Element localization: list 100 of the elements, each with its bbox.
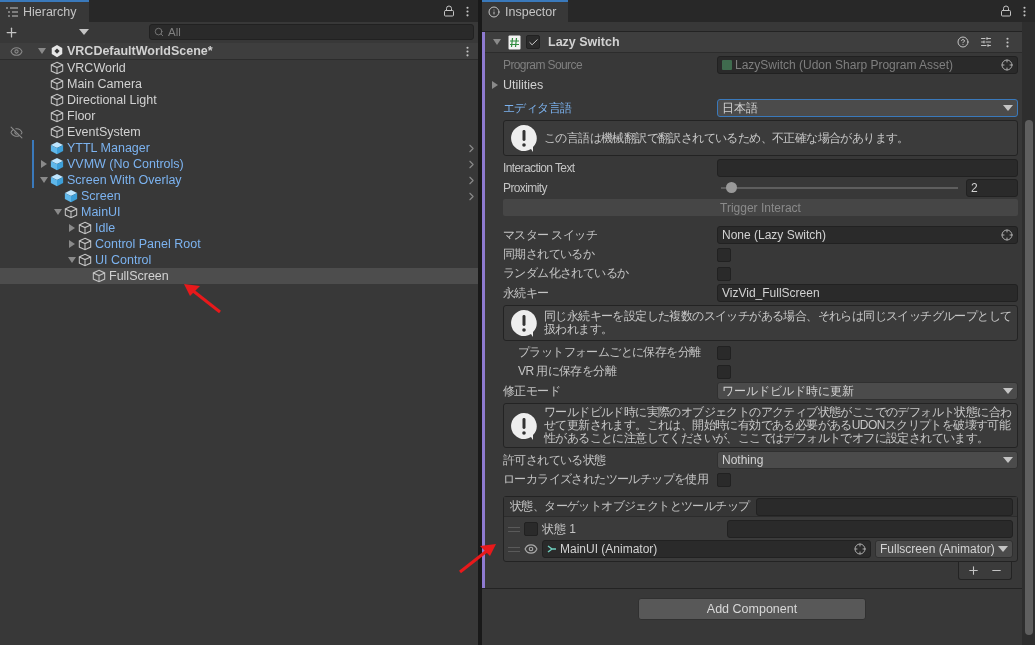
object-field[interactable]: None (Lazy Switch) (717, 226, 1018, 244)
cube-icon (50, 109, 64, 123)
hierarchy-row[interactable]: Control Panel Root (0, 236, 478, 252)
dropdown[interactable]: 日本語 (717, 99, 1018, 117)
field-label: ランダム化されているか (503, 265, 630, 282)
hierarchy-row[interactable]: Screen (0, 188, 478, 204)
foldout-label[interactable]: Utilities (503, 77, 544, 92)
info-icon (488, 6, 500, 18)
lock-icon[interactable] (1000, 5, 1012, 17)
foldout-arrow-icon[interactable] (40, 176, 48, 184)
help-icon[interactable] (957, 36, 969, 48)
scene-name: VRCDefaultWorldScene* (67, 44, 213, 58)
object-name: EventSystem (67, 125, 141, 139)
add-component-button[interactable]: Add Component (638, 598, 866, 620)
object-picker-icon[interactable] (854, 543, 866, 555)
cube-icon (50, 125, 64, 139)
dropdown-arrow-icon (1003, 105, 1013, 111)
foldout-arrow-icon[interactable] (38, 47, 46, 55)
object-name: FullScreen (109, 269, 169, 283)
object-name: MainUI (81, 205, 121, 219)
field-label: 許可されている状態 (503, 451, 607, 469)
dropdown[interactable]: Fullscreen (Animator) (875, 540, 1013, 558)
prefab-cube-icon (50, 173, 64, 187)
cube-icon (78, 237, 92, 251)
scrollbar[interactable] (1022, 22, 1035, 645)
hierarchy-row[interactable]: FullScreen (0, 268, 478, 284)
number-field[interactable]: 2 (966, 179, 1018, 197)
enabled-checkbox[interactable] (526, 35, 540, 49)
field-label: マスター スイッチ (503, 226, 598, 244)
prefab-cube-icon (50, 141, 64, 155)
field-label: ローカライズされたツールチップを使用 (503, 471, 710, 488)
dropdown[interactable]: Nothing (717, 451, 1018, 469)
object-name: Floor (67, 109, 96, 123)
field-label: Interaction Text (503, 161, 576, 175)
search-field[interactable]: All (149, 24, 474, 40)
field-label: 同期されているか (503, 246, 596, 263)
dropdown-arrow-icon (998, 546, 1008, 552)
search-icon (154, 27, 164, 37)
hierarchy-row[interactable]: UI Control (0, 252, 478, 268)
hierarchy-row[interactable]: YTTL Manager (0, 140, 478, 156)
help-text: ワールドビルド時に実際のオブジェクトのアクティブ状態がここでのデフォルト状態に合わせて更新されます。これは、開始時に有効である必要があるUDONスクリプトを破壊す可能性があることに注意してくださいが、ここではデフォルトでオフに設定されています。 (544, 406, 1012, 445)
object-name: Screen With Overlay (67, 173, 182, 187)
animator-icon (547, 544, 557, 554)
add-icon[interactable] (4, 24, 19, 40)
hierarchy-row[interactable]: MainUI (0, 204, 478, 220)
hierarchy-row[interactable]: Floor (0, 108, 478, 124)
foldout-arrow-icon[interactable] (493, 38, 501, 46)
hierarchy-row[interactable]: Main Camera (0, 76, 478, 92)
warning-bubble-icon (509, 410, 539, 441)
foldout-arrow-icon[interactable] (40, 160, 48, 168)
warning-bubble-icon (509, 123, 539, 153)
text-field[interactable] (756, 497, 1013, 516)
foldout-arrow-icon[interactable] (54, 208, 62, 216)
lock-icon[interactable] (443, 5, 455, 17)
slider-thumb[interactable] (725, 182, 737, 193)
foldout-arrow-icon[interactable] (68, 240, 76, 248)
hierarchy-row[interactable]: Directional Light (0, 92, 478, 108)
scene-header[interactable]: VRCDefaultWorldScene* (0, 43, 478, 60)
component-header[interactable]: Lazy Switch (485, 32, 1022, 53)
settings-icon[interactable] (980, 36, 992, 48)
drag-handle-icon[interactable] (508, 546, 520, 552)
eye-icon[interactable] (9, 44, 23, 58)
hidden-eye-icon[interactable] (9, 125, 23, 139)
cube-icon (50, 77, 64, 91)
prefab-cube-icon (64, 189, 78, 203)
cube-icon (92, 269, 106, 283)
hierarchy-row[interactable]: Screen With Overlay (0, 172, 478, 188)
object-name: YTTL Manager (67, 141, 150, 155)
field-label: 修正モード (503, 382, 561, 400)
state-label: 状態 1 (542, 520, 577, 538)
foldout-arrow-icon[interactable] (491, 80, 499, 89)
object-picker-icon[interactable] (1001, 229, 1013, 241)
help-text: この言語は機械翻訳で翻訳されているため、不正確な場合があります。 (544, 131, 909, 145)
script-icon (508, 34, 521, 50)
text-field[interactable] (727, 520, 1013, 538)
add-icon[interactable] (967, 564, 980, 577)
object-name: VRCWorld (67, 61, 126, 75)
cube-icon (64, 205, 78, 219)
dropdown[interactable]: ワールドビルド時に更新 (717, 382, 1018, 400)
unity-logo-icon (50, 44, 64, 58)
cube-icon (78, 253, 92, 267)
eye-icon[interactable] (524, 542, 538, 556)
object-field[interactable]: MainUI (Animator) (542, 540, 871, 558)
object-name: Main Camera (67, 77, 143, 91)
hierarchy-tab[interactable]: Hierarchy (0, 0, 89, 22)
hierarchy-row[interactable]: Idle (0, 220, 478, 236)
component-title: Lazy Switch (548, 35, 620, 49)
foldout-arrow-icon[interactable] (68, 256, 76, 264)
object-name: UI Control (95, 253, 152, 267)
field-label: Program Source (503, 58, 583, 72)
field-label: プラットフォームごとに保存を分離 (517, 344, 702, 361)
hierarchy-row[interactable]: EventSystem (0, 124, 478, 140)
hierarchy-row[interactable]: VRCWorld (0, 60, 478, 76)
hierarchy-row[interactable]: VVMW (No Controls) (0, 156, 478, 172)
inspector-tab[interactable]: Inspector (482, 0, 569, 22)
drag-handle-icon[interactable] (508, 526, 520, 532)
foldout-arrow-icon[interactable] (68, 224, 76, 232)
checkbox[interactable] (524, 522, 538, 536)
text-field[interactable]: VizVid_FullScreen (717, 284, 1018, 302)
field-label: VR 用に保存を分離 (517, 363, 618, 380)
